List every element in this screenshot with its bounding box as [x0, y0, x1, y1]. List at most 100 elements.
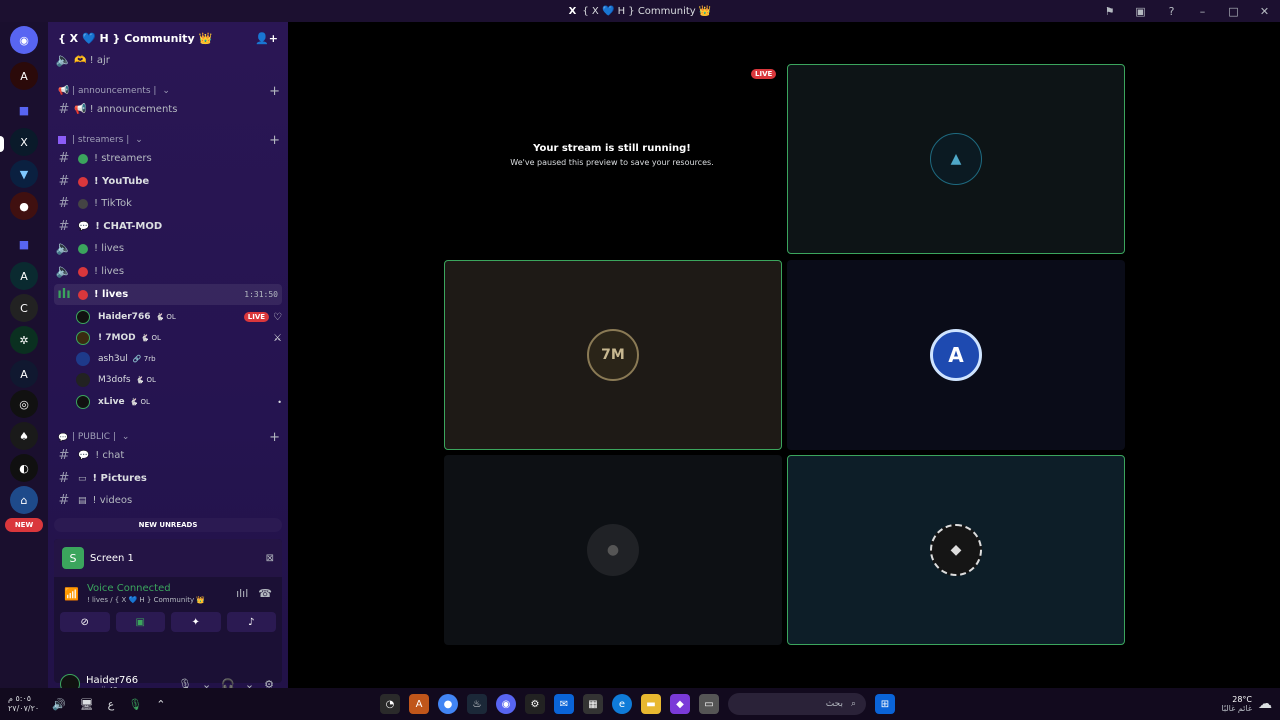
red-circle-icon	[78, 289, 88, 300]
chevron-up-icon[interactable]: ⌃	[156, 698, 165, 711]
invite-icon[interactable]: 👤+	[255, 32, 278, 45]
soundboard-button[interactable]: ♪	[226, 612, 276, 632]
app-icon[interactable]: A	[409, 694, 429, 714]
app-icon[interactable]: ◔	[380, 694, 400, 714]
video-tile[interactable]: ●	[444, 455, 782, 645]
speaker-icon: 🔈	[55, 53, 73, 68]
paused-preview: Your stream is still running! We've paus…	[510, 143, 714, 167]
avatar	[76, 373, 90, 387]
server-icon[interactable]: C	[10, 294, 38, 322]
server-name: { X 💙 H } Community 👑	[58, 31, 213, 45]
network-icon[interactable]: 🖥	[80, 698, 94, 711]
app-icon[interactable]: ◆	[670, 694, 690, 714]
server-icon[interactable]: A	[10, 360, 38, 388]
channel-voice-ajr[interactable]: 🔈 🫶 ! ajr	[54, 50, 282, 71]
channel-announcements[interactable]: # 📢 ! announcements	[54, 99, 282, 120]
screen-share-icon[interactable]: ▣	[1125, 5, 1156, 18]
inbox-icon[interactable]: ⚑	[1094, 5, 1125, 18]
channel-chat-mod[interactable]: # 💬 ! CHAT-MOD	[54, 216, 282, 237]
server-icon[interactable]: A	[10, 262, 38, 290]
activities-button[interactable]: ✦	[171, 612, 221, 632]
channel-tiktok[interactable]: # ! TikTok	[54, 193, 282, 214]
voice-user-row[interactable]: ! 7MOD 🐇 OL ⚔	[76, 328, 282, 348]
server-icon[interactable]: ⌂	[10, 486, 38, 514]
server-icon-active[interactable]: X	[10, 128, 38, 156]
new-servers-badge[interactable]: NEW	[5, 518, 43, 532]
channel-youtube[interactable]: # ! YouTube	[54, 171, 282, 192]
help-icon[interactable]: ?	[1156, 5, 1187, 18]
store-icon[interactable]: ▦	[583, 694, 603, 714]
discord-icon[interactable]: ◉	[496, 694, 516, 714]
channel-chat[interactable]: # 💬 ! chat	[54, 445, 282, 466]
screen-share-row[interactable]: S Screen 1 ⊠	[54, 539, 282, 577]
add-channel-icon[interactable]: +	[269, 133, 280, 148]
server-icon[interactable]: ✲	[10, 326, 38, 354]
voice-location[interactable]: ! lives / { X 💙 H } Community 👑	[87, 596, 205, 604]
screen-share-button[interactable]: ▣	[115, 612, 165, 632]
server-icon[interactable]: A	[10, 62, 38, 90]
maximize-button[interactable]: □	[1218, 5, 1249, 18]
new-unreads-bar[interactable]: NEW UNREADS	[54, 518, 282, 532]
volume-icon[interactable]: 🔊	[52, 698, 66, 711]
channel-pictures[interactable]: # ▭ ! Pictures	[54, 468, 282, 489]
add-channel-icon[interactable]: +	[269, 84, 280, 99]
discord-home-icon[interactable]: ◉	[10, 26, 38, 54]
channel-voice-lives-1[interactable]: 🔈 ! lives	[54, 238, 282, 259]
server-icon[interactable]: ◎	[10, 390, 38, 418]
noise-suppression-icon[interactable]: ılıl	[236, 587, 248, 600]
weather-widget[interactable]: 28°C غائم غالبًا ☁	[1221, 695, 1272, 713]
folder-icon[interactable]: ▬	[641, 694, 661, 714]
microphone-icon[interactable]: 🎙	[128, 698, 142, 711]
channel-streamers[interactable]: # ! streamers	[54, 148, 282, 169]
signal-icon[interactable]: 📶	[64, 587, 79, 601]
steam-icon[interactable]: ♨	[467, 694, 487, 714]
channel-videos[interactable]: # ▤ ! videos	[54, 490, 282, 511]
channel-voice-lives-2[interactable]: 🔈 ! lives	[54, 261, 282, 282]
start-icon[interactable]: ⊞	[875, 694, 895, 714]
server-icon[interactable]: ♠	[10, 422, 38, 450]
app-icon[interactable]: ⚙	[525, 694, 545, 714]
video-tile[interactable]: ◆	[787, 455, 1125, 645]
app-icon[interactable]: ▭	[699, 694, 719, 714]
chrome-icon[interactable]: ●	[438, 694, 458, 714]
green-circle-icon	[78, 153, 88, 164]
add-channel-icon[interactable]: +	[269, 430, 280, 445]
title-bar: X { X 💙 H } Community 👑 ⚑ ▣ ? – □ ✕	[0, 0, 1280, 22]
server-list: ◉ A ■ X ▼ ● ■ A C ✲ A ◎ ♠ ◐ ⌂ NEW	[0, 22, 48, 688]
edge-icon[interactable]: e	[612, 694, 632, 714]
avatar	[76, 395, 90, 409]
server-icon[interactable]: ●	[10, 192, 38, 220]
stop-stream-icon[interactable]: ⊠	[266, 553, 274, 564]
mail-icon[interactable]: ✉	[554, 694, 574, 714]
voice-user-row[interactable]: M3dofs 🐇 OL	[76, 370, 282, 390]
video-tile[interactable]: ▲	[787, 64, 1125, 254]
voice-panel: S Screen 1 ⊠ 📶 Voice Connected ! lives /…	[54, 539, 282, 683]
language-indicator[interactable]: ع	[108, 698, 115, 711]
close-button[interactable]: ✕	[1249, 5, 1280, 18]
voice-user-row[interactable]: ash3ul 🔗 7rb	[76, 349, 282, 369]
video-tile[interactable]: A	[787, 260, 1125, 450]
folder-icon[interactable]: ■	[10, 96, 38, 124]
server-icon[interactable]: ◐	[10, 454, 38, 482]
voice-user-row[interactable]: Haider766 🐇 OL LIVE ♡	[76, 307, 282, 327]
video-tile[interactable]: 7M	[444, 260, 782, 450]
speaker-icon: 🔈	[55, 241, 73, 256]
black-circle-icon	[78, 198, 88, 209]
category-streamers[interactable]: | streamers | ⌄ +	[58, 132, 280, 148]
search-box[interactable]: بحث ⌕	[728, 693, 866, 715]
server-icon[interactable]: ▼	[10, 160, 38, 188]
disconnect-icon[interactable]: ☎	[258, 587, 272, 600]
cloud-icon: ☁	[1258, 696, 1272, 712]
category-announcements[interactable]: 📢 | announcements | ⌄ +	[58, 83, 280, 99]
username[interactable]: Haider766	[86, 675, 138, 686]
heart-icon: ♡	[273, 311, 282, 323]
avatar	[76, 310, 90, 324]
voice-status[interactable]: Voice Connected	[87, 583, 205, 594]
clock[interactable]: ٥:٠٥ م ٢٧/٠٧/٢٠	[8, 694, 39, 714]
channel-voice-lives-active[interactable]: ılı ! lives 1:31:50	[54, 284, 282, 305]
category-public[interactable]: 💬 | PUBLIC | ⌄ +	[58, 429, 280, 445]
minimize-button[interactable]: –	[1187, 5, 1218, 18]
camera-off-button[interactable]: ⊘	[60, 612, 110, 632]
voice-user-row[interactable]: xLive 🐇 OL •	[76, 392, 282, 412]
folder-icon[interactable]: ■	[10, 230, 38, 258]
